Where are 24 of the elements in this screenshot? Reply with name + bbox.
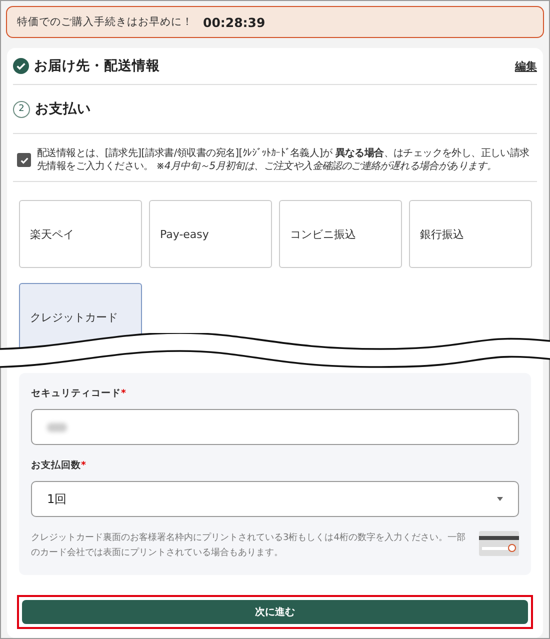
field-label: お支払回数 [31, 460, 81, 471]
section-title: お支払い [35, 100, 92, 118]
payment-option[interactable]: 楽天ペイ [19, 200, 142, 268]
input-field[interactable] [31, 409, 519, 445]
next-button[interactable]: 次に進む [22, 600, 528, 624]
field-label: セキュリティコード [31, 388, 121, 399]
select-field[interactable]: 1回 [31, 481, 519, 517]
check-icon [20, 156, 28, 164]
countdown-timer: 00:28:39 [203, 14, 266, 30]
card-back-icon [479, 531, 519, 556]
banner-message: 特価でのご購入手続きはお早めに！ [17, 15, 193, 29]
edit-link[interactable]: 編集 [515, 58, 537, 74]
required-mark: * [81, 460, 86, 471]
payment-option[interactable]: 銀行振込 [409, 200, 532, 268]
section-title: お届け先・配送情報 [34, 57, 161, 75]
required-mark: * [121, 388, 126, 399]
check-circle-icon [13, 58, 29, 74]
checkbox[interactable] [17, 153, 31, 167]
step-number: 2 [13, 100, 30, 118]
caret-icon [497, 497, 503, 501]
payment-option[interactable]: Pay-easy [149, 200, 272, 268]
help-text: クレジットカード裏面のお客様署名枠内にプリントされている3桁もしくは4桁の数字を入力ください。一部のカード会社では表面にプリントされている場合もあります。 [31, 531, 466, 560]
notice-text: 配送情報とは、[請求先][請求書/領収書の宛名][ｸﾚｼﾞｯﾄｶｰﾄﾞ名義人]が 異なる場合、はチェックを外し、正しい請求先情報をご入力ください。 ※4月中旬～5月初旬は、ご注文や入金確認のご連絡が遅れる場合があります。 [37, 147, 530, 173]
payment-option[interactable]: コンビニ振込 [279, 200, 402, 268]
